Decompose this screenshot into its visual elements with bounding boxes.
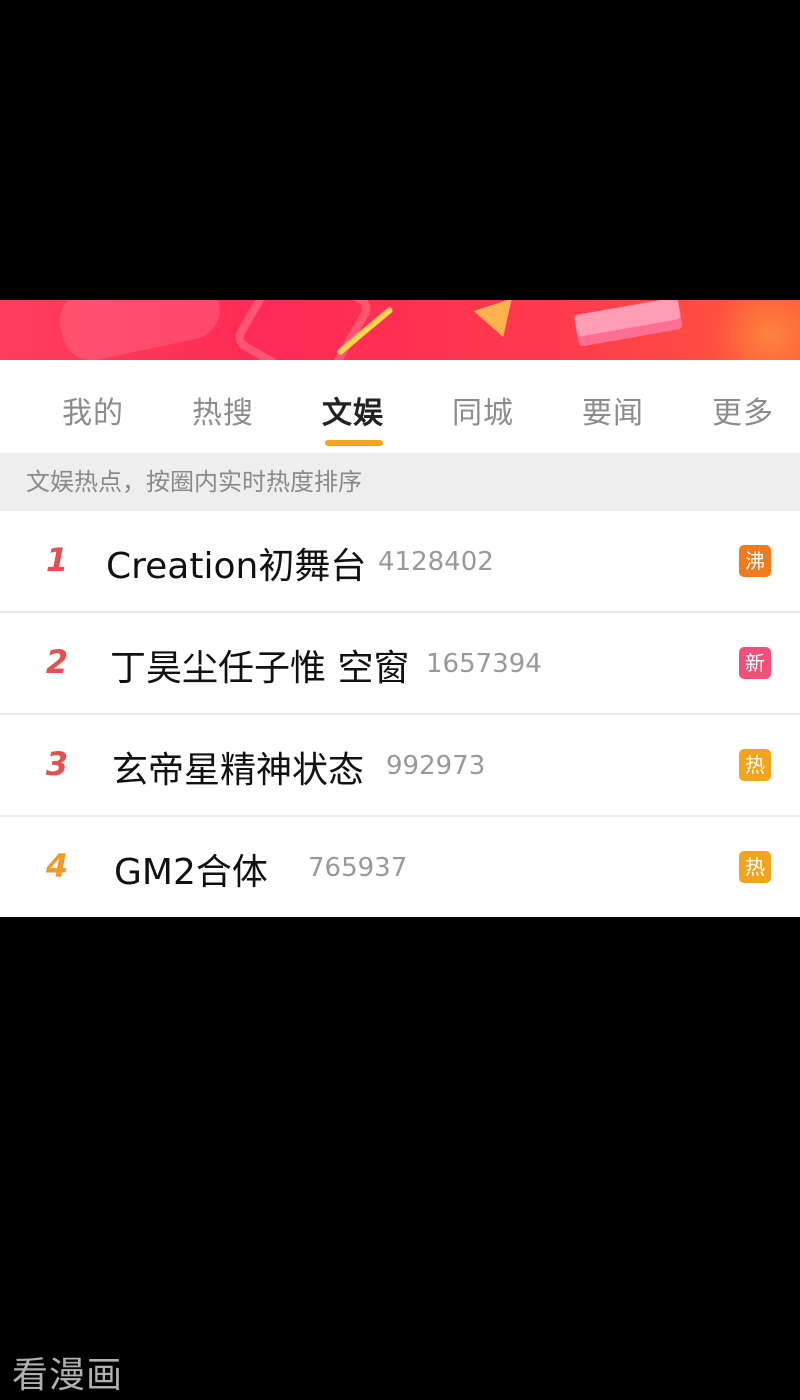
- rank-number: 2: [45, 643, 69, 681]
- rank-number: 1: [45, 541, 69, 579]
- rank-number: 4: [45, 847, 69, 885]
- topic-title[interactable]: GM2合体: [114, 843, 268, 895]
- boil-badge: 沸: [739, 545, 771, 577]
- topic-title[interactable]: Creation初舞台: [106, 537, 366, 589]
- tab-more[interactable]: 更多: [712, 388, 774, 432]
- list-item[interactable]: 3 玄帝星精神状态 992973 热: [0, 715, 800, 817]
- hot-badge: 热: [739, 851, 771, 883]
- list-item[interactable]: 2 丁昊尘任子惟 空窗 1657394 新: [0, 613, 800, 715]
- heat-count: 1657394: [426, 649, 542, 679]
- tab-mine[interactable]: 我的: [62, 388, 124, 432]
- heat-count: 992973: [386, 751, 486, 781]
- tab-local[interactable]: 同城: [452, 388, 514, 432]
- banner-decoration: [473, 300, 523, 344]
- heat-count: 4128402: [378, 547, 494, 577]
- rank-number: 3: [45, 745, 69, 783]
- tab-news[interactable]: 要闻: [582, 388, 644, 432]
- banner-decoration: [573, 300, 682, 337]
- list-description: 文娱热点，按圈内实时热度排序: [0, 453, 800, 511]
- category-tabs: 我的 热搜 文娱 同城 要闻 更多: [0, 360, 800, 453]
- tab-entertainment[interactable]: 文娱: [322, 388, 384, 432]
- list-item[interactable]: 4 GM2合体 765937 热: [0, 817, 800, 917]
- hot-badge: 热: [739, 749, 771, 781]
- new-badge: 新: [739, 647, 771, 679]
- banner-decoration: [700, 300, 800, 360]
- heat-count: 765937: [308, 853, 408, 883]
- watermark: 看漫画: [12, 1355, 124, 1396]
- active-tab-indicator: [325, 440, 383, 446]
- banner-decoration: [230, 300, 376, 360]
- hot-list: 1 Creation初舞台 4128402 沸 2 丁昊尘任子惟 空窗 1657…: [0, 511, 800, 917]
- topic-title[interactable]: 玄帝星精神状态: [112, 741, 364, 793]
- banner-decoration: [54, 300, 226, 360]
- screen: 我的 热搜 文娱 同城 要闻 更多 文娱热点，按圈内实时热度排序 1 Creat…: [0, 0, 800, 1400]
- list-item[interactable]: 1 Creation初舞台 4128402 沸: [0, 511, 800, 613]
- hot-list-banner: [0, 300, 800, 360]
- topic-title[interactable]: 丁昊尘任子惟 空窗: [110, 639, 409, 691]
- tab-hot-search[interactable]: 热搜: [192, 388, 254, 432]
